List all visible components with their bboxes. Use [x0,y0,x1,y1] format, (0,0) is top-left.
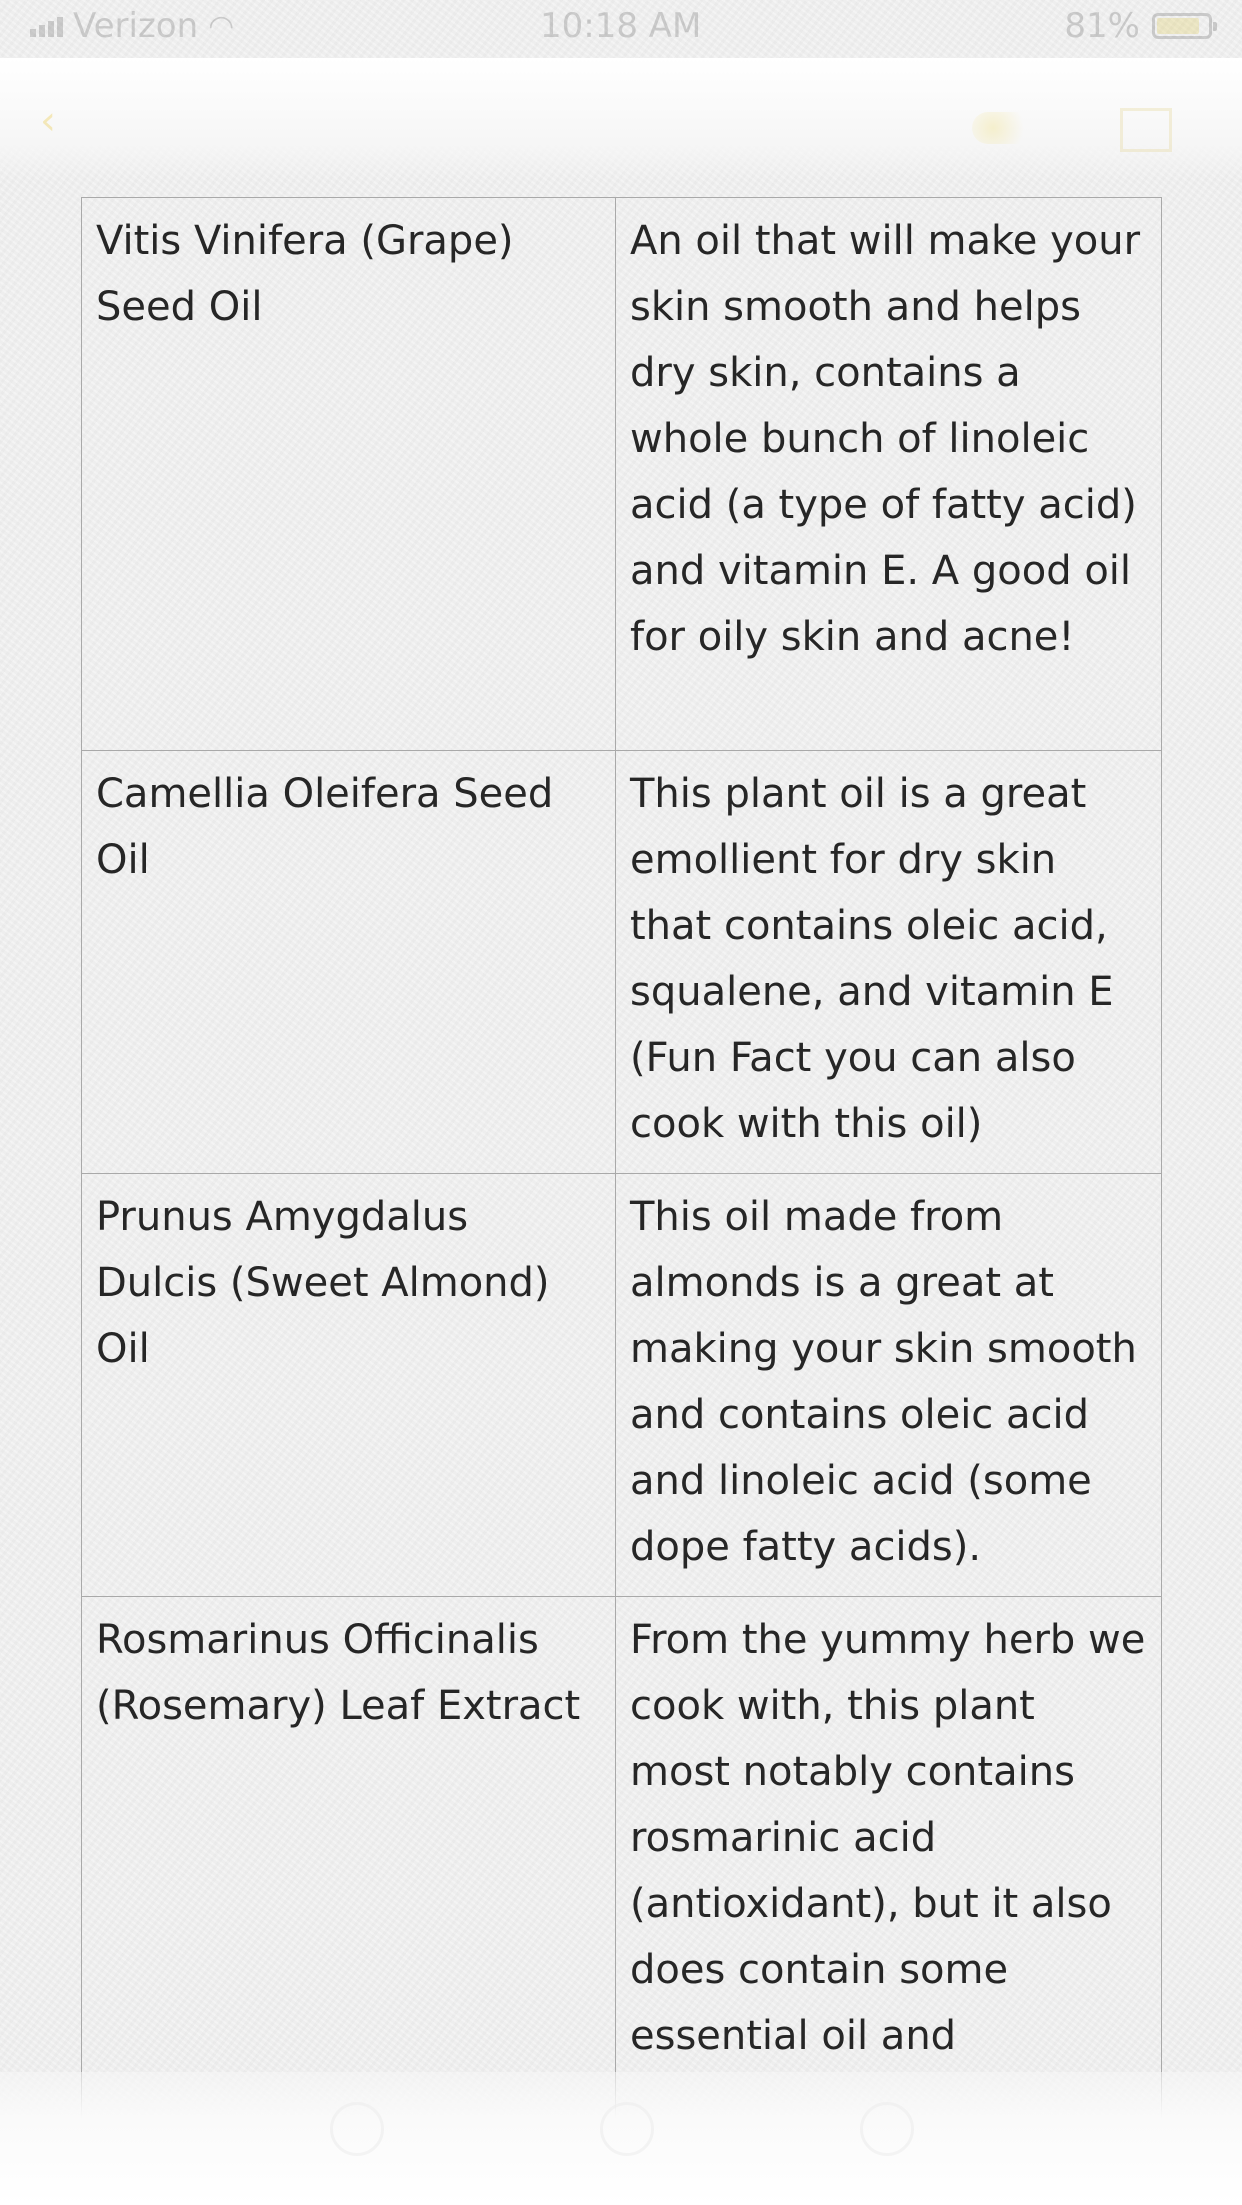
table-row: Vitis Vinifera (Grape) Seed Oil An oil t… [81,197,1162,751]
markup-icon[interactable] [860,2102,914,2156]
wifi-icon: ◠ [208,8,235,44]
compose-icon[interactable] [1120,108,1172,152]
bottom-toolbar [0,2072,1242,2205]
chevron-left-icon[interactable]: ‹ [40,98,56,144]
ingredient-name-cell[interactable]: Vitis Vinifera (Grape) Seed Oil [81,197,616,751]
ingredients-table: Vitis Vinifera (Grape) Seed Oil An oil t… [81,197,1162,2164]
ingredient-description-cell[interactable]: This plant oil is a great emollient for … [615,750,1162,1174]
navigation-bar: ‹ [0,58,1242,180]
ingredient-description-cell[interactable]: An oil that will make your skin smooth a… [615,197,1162,751]
more-icon[interactable] [972,112,1042,144]
battery-percent: 81% [1064,6,1140,46]
carrier-group: Verizon ◠ [30,6,234,46]
ingredient-name-cell[interactable]: Camellia Oleifera Seed Oil [81,750,616,1174]
carrier-label: Verizon [73,6,199,46]
signal-icon [30,15,63,37]
table-row: Prunus Amygdalus Dulcis (Sweet Almond) O… [81,1173,1162,1597]
table-row: Camellia Oleifera Seed Oil This plant oi… [81,750,1162,1174]
ingredient-description-cell[interactable]: This oil made from almonds is a great at… [615,1173,1162,1597]
camera-icon[interactable] [600,2102,654,2156]
checklist-icon[interactable] [330,2102,384,2156]
status-bar: Verizon ◠ 10:18 AM 81% [0,0,1242,58]
status-right-group: 81% [1064,6,1217,46]
battery-icon [1152,13,1217,39]
status-time: 10:18 AM [540,6,702,46]
ingredient-name-cell[interactable]: Prunus Amygdalus Dulcis (Sweet Almond) O… [81,1173,616,1597]
